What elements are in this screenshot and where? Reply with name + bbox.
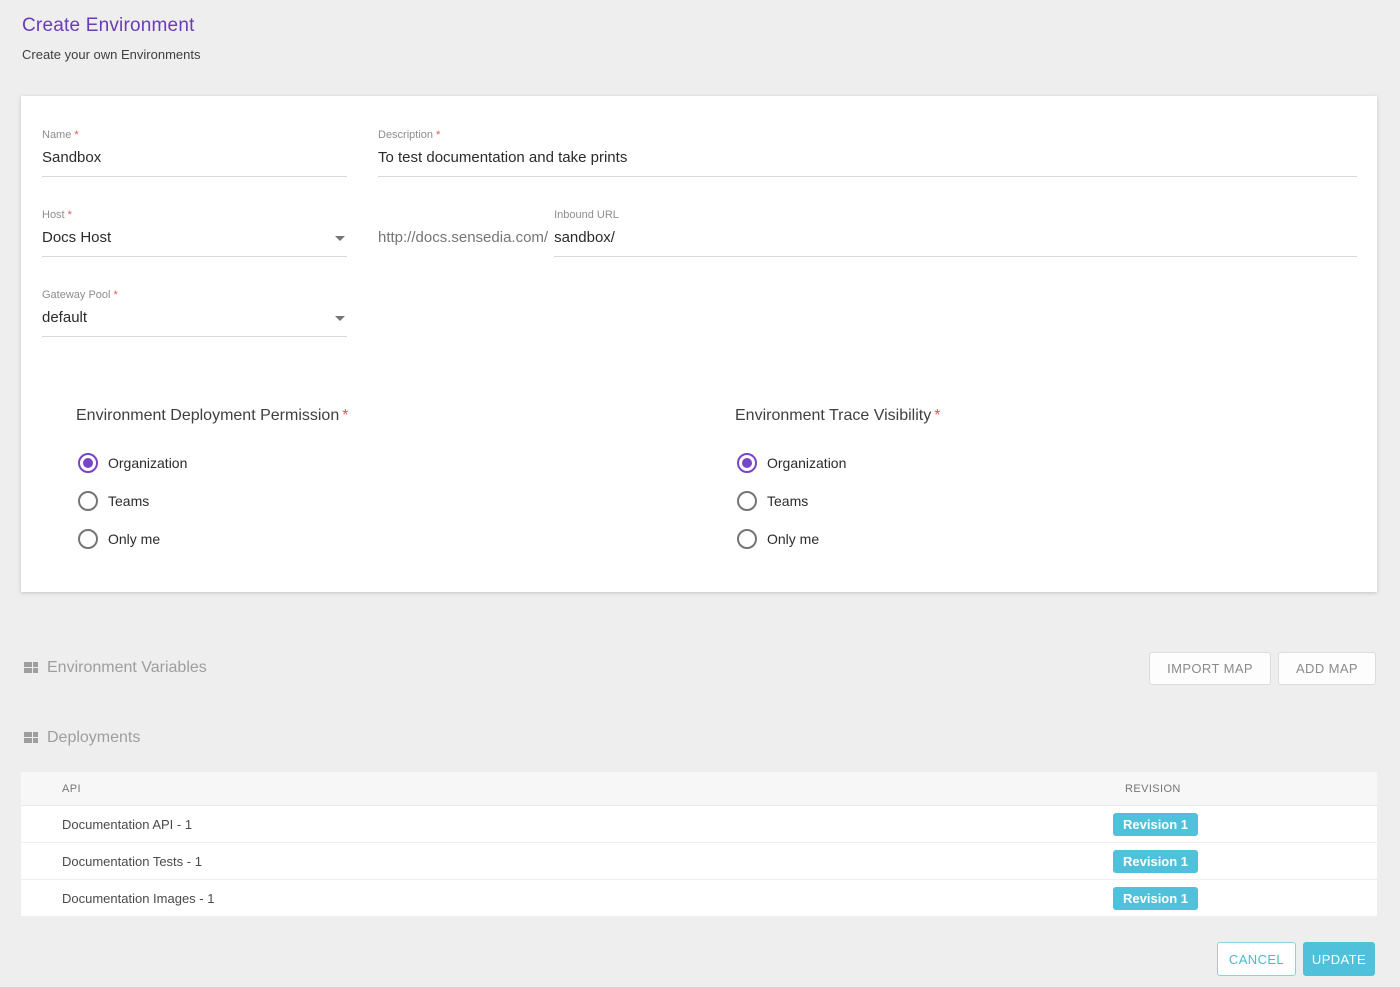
create-environment-page: Create Environment Create your own Envir… (0, 0, 1400, 987)
name-required-asterisk: * (74, 129, 78, 141)
radio-trace-organization[interactable]: Organization (735, 444, 1357, 482)
radio-deployment-teams[interactable]: Teams (76, 482, 735, 520)
table-row: Documentation Tests - 1 Revision 1 (21, 843, 1377, 880)
radio-unselected-icon (737, 529, 757, 549)
host-label: Host* (42, 209, 347, 221)
trace-visibility-group: Environment Trace Visibility* Organizati… (735, 406, 1357, 558)
gateway-pool-required-asterisk: * (113, 289, 117, 301)
radio-label: Only me (108, 531, 160, 547)
deployments-table: API REVISION Documentation API - 1 Revis… (21, 772, 1377, 917)
deployments-table-header: API REVISION (21, 772, 1377, 806)
environment-form-card: Name* Description* Host* Docs Host http:… (21, 96, 1377, 592)
gateway-pool-select-value: default (42, 309, 329, 326)
deployment-permission-required-asterisk: * (342, 407, 348, 424)
page-header: Create Environment Create your own Envir… (0, 0, 1400, 96)
description-input[interactable] (378, 149, 1357, 177)
gateway-pool-select[interactable]: default (42, 309, 347, 337)
table-row: Documentation API - 1 Revision 1 (21, 806, 1377, 843)
inbound-url-input[interactable] (554, 229, 1357, 257)
inbound-url-group: http://docs.sensedia.com/ Inbound URL (378, 209, 1357, 257)
trace-visibility-options: Organization Teams Only me (735, 444, 1357, 558)
environment-variables-title: Environment Variables (24, 659, 207, 677)
name-input[interactable] (42, 149, 347, 177)
trace-visibility-required-asterisk: * (934, 407, 940, 424)
host-select-value: Docs Host (42, 229, 329, 246)
gateway-pool-field-group: Gateway Pool* default (42, 289, 347, 337)
radio-unselected-icon (78, 491, 98, 511)
revision-cell: Revision 1 (1113, 887, 1377, 910)
description-label-text: Description (378, 129, 433, 141)
import-map-button[interactable]: IMPORT MAP (1149, 652, 1271, 685)
inbound-url-field-group: Inbound URL (554, 209, 1357, 257)
api-name-cell: Documentation Tests - 1 (21, 854, 1113, 869)
radio-label: Only me (767, 531, 819, 547)
inbound-url-prefix: http://docs.sensedia.com/ (378, 229, 548, 257)
host-field-group: Host* Docs Host (42, 209, 347, 257)
row-gateway-pool: Gateway Pool* default (42, 289, 1357, 337)
radio-deployment-only-me[interactable]: Only me (76, 520, 735, 558)
deployment-permission-title: Environment Deployment Permission* (76, 406, 735, 426)
description-label: Description* (378, 129, 1357, 141)
update-button[interactable]: UPDATE (1303, 942, 1375, 976)
grid-icon (24, 732, 38, 744)
trace-visibility-title: Environment Trace Visibility* (735, 406, 1357, 426)
revision-badge[interactable]: Revision 1 (1113, 887, 1198, 910)
gateway-pool-label: Gateway Pool* (42, 289, 347, 301)
host-select[interactable]: Docs Host (42, 229, 347, 257)
page-subtitle: Create your own Environments (22, 47, 1400, 62)
deployment-permission-title-text: Environment Deployment Permission (76, 407, 339, 424)
footer-actions: CANCEL UPDATE (0, 942, 1375, 976)
column-header-revision: REVISION (1113, 783, 1377, 795)
environment-variables-title-text: Environment Variables (47, 659, 207, 677)
radio-unselected-icon (78, 529, 98, 549)
table-row: Documentation Images - 1 Revision 1 (21, 880, 1377, 917)
chevron-down-icon (335, 316, 345, 321)
description-required-asterisk: * (436, 129, 440, 141)
revision-badge[interactable]: Revision 1 (1113, 813, 1198, 836)
cancel-button[interactable]: CANCEL (1217, 942, 1296, 976)
permissions-section: Environment Deployment Permission* Organ… (42, 406, 1357, 558)
environment-variables-actions: IMPORT MAP ADD MAP (1149, 652, 1376, 685)
radio-selected-icon (737, 453, 757, 473)
api-name-cell: Documentation Images - 1 (21, 891, 1113, 906)
row-host-inbound: Host* Docs Host http://docs.sensedia.com… (42, 209, 1357, 257)
deployment-permission-group: Environment Deployment Permission* Organ… (76, 406, 735, 558)
add-map-button[interactable]: ADD MAP (1278, 652, 1376, 685)
radio-trace-only-me[interactable]: Only me (735, 520, 1357, 558)
page-title: Create Environment (22, 15, 1400, 37)
name-label: Name* (42, 129, 347, 141)
environment-variables-section-bar: Environment Variables IMPORT MAP ADD MAP (24, 651, 1376, 685)
radio-label: Teams (767, 493, 808, 509)
revision-cell: Revision 1 (1113, 850, 1377, 873)
deployments-title: Deployments (24, 729, 140, 747)
radio-label: Teams (108, 493, 149, 509)
row-name-description: Name* Description* (42, 129, 1357, 177)
radio-unselected-icon (737, 491, 757, 511)
radio-selected-icon (78, 453, 98, 473)
radio-deployment-organization[interactable]: Organization (76, 444, 735, 482)
inbound-url-label: Inbound URL (554, 209, 1357, 221)
description-field-group: Description* (378, 129, 1357, 177)
host-label-text: Host (42, 209, 65, 221)
name-field-group: Name* (42, 129, 347, 177)
radio-label: Organization (767, 455, 846, 471)
radio-label: Organization (108, 455, 187, 471)
trace-visibility-title-text: Environment Trace Visibility (735, 407, 931, 424)
radio-trace-teams[interactable]: Teams (735, 482, 1357, 520)
api-name-cell: Documentation API - 1 (21, 817, 1113, 832)
gateway-pool-label-text: Gateway Pool (42, 289, 110, 301)
chevron-down-icon (335, 236, 345, 241)
revision-badge[interactable]: Revision 1 (1113, 850, 1198, 873)
grid-icon (24, 662, 38, 674)
name-label-text: Name (42, 129, 71, 141)
revision-cell: Revision 1 (1113, 813, 1377, 836)
host-required-asterisk: * (68, 209, 72, 221)
deployments-section-bar: Deployments (24, 728, 1376, 748)
column-header-api: API (21, 783, 1113, 795)
deployments-title-text: Deployments (47, 729, 140, 747)
deployment-permission-options: Organization Teams Only me (76, 444, 735, 558)
